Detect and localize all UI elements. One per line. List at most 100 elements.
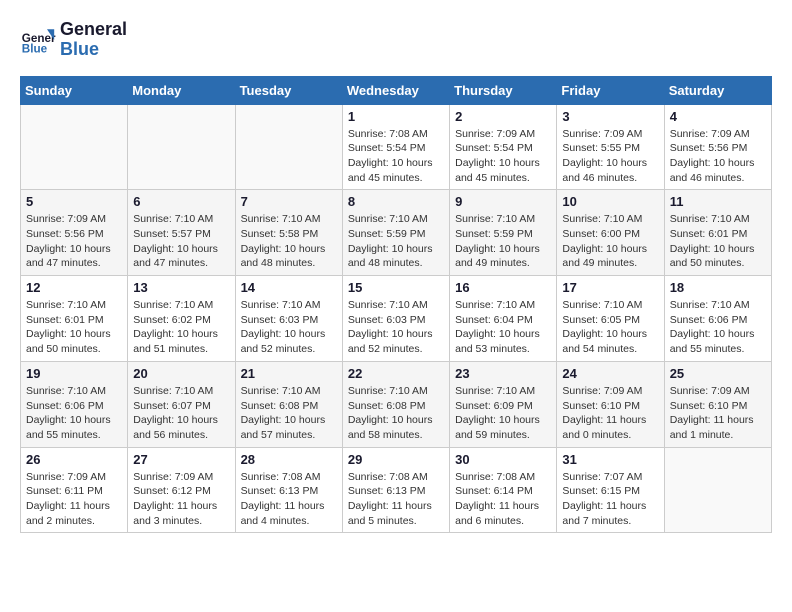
day-cell: 9 Sunrise: 7:10 AMSunset: 5:59 PMDaylight…: [450, 190, 557, 276]
day-cell: 17 Sunrise: 7:10 AMSunset: 6:05 PMDayligh…: [557, 276, 664, 362]
day-number: 20: [133, 366, 229, 381]
day-info: Sunrise: 7:10 AMSunset: 6:03 PMDaylight:…: [348, 298, 444, 357]
day-cell: 24Sunrise: 7:09 AMSunset: 6:10 PMDayligh…: [557, 361, 664, 447]
day-number: 14: [241, 280, 337, 295]
day-info: Sunrise: 7:10 AMSunset: 6:00 PMDaylight:…: [562, 212, 658, 271]
day-cell: 18Sunrise: 7:10 AMSunset: 6:06 PMDayligh…: [664, 276, 771, 362]
day-info: Sunrise: 7:10 AMSunset: 5:57 PMDaylight:…: [133, 212, 229, 271]
day-number: 12: [26, 280, 122, 295]
day-number: 3: [562, 109, 658, 124]
day-cell: [235, 104, 342, 190]
day-info: Sunrise: 7:10 AMSunset: 6:01 PMDaylight:…: [670, 212, 766, 271]
day-cell: 28 Sunrise: 7:08 AMSunset: 6:13 PMDayligh…: [235, 447, 342, 533]
day-number: 10: [562, 194, 658, 209]
day-number: 25: [670, 366, 766, 381]
day-info: Sunrise: 7:10 AMSunset: 6:03 PMDaylight:…: [241, 298, 337, 357]
day-number: 2: [455, 109, 551, 124]
day-number: 28: [241, 452, 337, 467]
day-cell: 5Sunrise: 7:09 AMSunset: 5:56 PMDaylight…: [21, 190, 128, 276]
day-info: Sunrise: 7:10 AMSunset: 6:07 PMDaylight:…: [133, 384, 229, 443]
day-number: 30: [455, 452, 551, 467]
day-number: 7: [241, 194, 337, 209]
day-number: 9: [455, 194, 551, 209]
day-number: 13: [133, 280, 229, 295]
day-number: 1: [348, 109, 444, 124]
day-info: Sunrise: 7:09 AMSunset: 5:54 PMDaylight:…: [455, 127, 551, 186]
day-cell: 3 Sunrise: 7:09 AMSunset: 5:55 PMDaylight…: [557, 104, 664, 190]
day-cell: 27Sunrise: 7:09 AMSunset: 6:12 PMDayligh…: [128, 447, 235, 533]
day-number: 21: [241, 366, 337, 381]
day-cell: 31 Sunrise: 7:07 AMSunset: 6:15 PMDayligh…: [557, 447, 664, 533]
day-number: 18: [670, 280, 766, 295]
day-number: 29: [348, 452, 444, 467]
day-info: Sunrise: 7:10 AMSunset: 6:06 PMDaylight:…: [26, 384, 122, 443]
day-cell: 23 Sunrise: 7:10 AMSunset: 6:09 PMDayligh…: [450, 361, 557, 447]
day-info: Sunrise: 7:08 AMSunset: 6:13 PMDaylight:…: [241, 470, 337, 529]
day-cell: 16 Sunrise: 7:10 AMSunset: 6:04 PMDayligh…: [450, 276, 557, 362]
col-header-wednesday: Wednesday: [342, 76, 449, 104]
week-row-3: 12 Sunrise: 7:10 AMSunset: 6:01 PMDayligh…: [21, 276, 772, 362]
day-info: Sunrise: 7:09 AMSunset: 5:55 PMDaylight:…: [562, 127, 658, 186]
day-info: Sunrise: 7:10 AMSunset: 6:02 PMDaylight:…: [133, 298, 229, 357]
day-cell: 1 Sunrise: 7:08 AMSunset: 5:54 PMDaylight…: [342, 104, 449, 190]
day-info: Sunrise: 7:10 AMSunset: 6:05 PMDaylight:…: [562, 298, 658, 357]
week-row-4: 19 Sunrise: 7:10 AMSunset: 6:06 PMDayligh…: [21, 361, 772, 447]
col-header-sunday: Sunday: [21, 76, 128, 104]
day-info: Sunrise: 7:10 AMSunset: 6:01 PMDaylight:…: [26, 298, 122, 357]
day-info: Sunrise: 7:10 AMSunset: 6:08 PMDaylight:…: [241, 384, 337, 443]
day-info: Sunrise: 7:09 AMSunset: 6:12 PMDaylight:…: [133, 470, 229, 529]
day-info: Sunrise: 7:10 AMSunset: 6:04 PMDaylight:…: [455, 298, 551, 357]
day-cell: 19 Sunrise: 7:10 AMSunset: 6:06 PMDayligh…: [21, 361, 128, 447]
day-cell: 7 Sunrise: 7:10 AMSunset: 5:58 PMDaylight…: [235, 190, 342, 276]
day-cell: 10 Sunrise: 7:10 AMSunset: 6:00 PMDayligh…: [557, 190, 664, 276]
day-cell: [664, 447, 771, 533]
day-cell: 13 Sunrise: 7:10 AMSunset: 6:02 PMDayligh…: [128, 276, 235, 362]
day-info: Sunrise: 7:07 AMSunset: 6:15 PMDaylight:…: [562, 470, 658, 529]
day-number: 31: [562, 452, 658, 467]
day-info: Sunrise: 7:10 AMSunset: 5:59 PMDaylight:…: [455, 212, 551, 271]
day-number: 19: [26, 366, 122, 381]
day-number: 4: [670, 109, 766, 124]
day-cell: 11 Sunrise: 7:10 AMSunset: 6:01 PMDayligh…: [664, 190, 771, 276]
week-row-5: 26 Sunrise: 7:09 AMSunset: 6:11 PMDayligh…: [21, 447, 772, 533]
logo-blue: Blue: [60, 40, 127, 60]
day-info: Sunrise: 7:10 AMSunset: 6:09 PMDaylight:…: [455, 384, 551, 443]
day-info: Sunrise: 7:10 AMSunset: 6:08 PMDaylight:…: [348, 384, 444, 443]
day-info: Sunrise: 7:08 AMSunset: 6:14 PMDaylight:…: [455, 470, 551, 529]
day-number: 17: [562, 280, 658, 295]
day-number: 6: [133, 194, 229, 209]
day-info: Sunrise: 7:08 AMSunset: 5:54 PMDaylight:…: [348, 127, 444, 186]
day-cell: 29Sunrise: 7:08 AMSunset: 6:13 PMDayligh…: [342, 447, 449, 533]
day-cell: [128, 104, 235, 190]
col-header-tuesday: Tuesday: [235, 76, 342, 104]
day-cell: 4 Sunrise: 7:09 AMSunset: 5:56 PMDaylight…: [664, 104, 771, 190]
week-row-1: 1 Sunrise: 7:08 AMSunset: 5:54 PMDaylight…: [21, 104, 772, 190]
day-cell: 25Sunrise: 7:09 AMSunset: 6:10 PMDayligh…: [664, 361, 771, 447]
col-header-monday: Monday: [128, 76, 235, 104]
day-cell: 2 Sunrise: 7:09 AMSunset: 5:54 PMDaylight…: [450, 104, 557, 190]
day-number: 5: [26, 194, 122, 209]
col-header-friday: Friday: [557, 76, 664, 104]
day-cell: 20 Sunrise: 7:10 AMSunset: 6:07 PMDayligh…: [128, 361, 235, 447]
day-cell: 21 Sunrise: 7:10 AMSunset: 6:08 PMDayligh…: [235, 361, 342, 447]
day-cell: [21, 104, 128, 190]
day-cell: 30 Sunrise: 7:08 AMSunset: 6:14 PMDayligh…: [450, 447, 557, 533]
day-number: 22: [348, 366, 444, 381]
day-number: 16: [455, 280, 551, 295]
day-number: 26: [26, 452, 122, 467]
logo: General Blue General Blue: [20, 20, 127, 60]
logo-general: General: [60, 20, 127, 40]
day-info: Sunrise: 7:10 AMSunset: 5:59 PMDaylight:…: [348, 212, 444, 271]
week-row-2: 5Sunrise: 7:09 AMSunset: 5:56 PMDaylight…: [21, 190, 772, 276]
calendar-table: SundayMondayTuesdayWednesdayThursdayFrid…: [20, 76, 772, 534]
day-cell: 8 Sunrise: 7:10 AMSunset: 5:59 PMDaylight…: [342, 190, 449, 276]
day-number: 23: [455, 366, 551, 381]
day-number: 8: [348, 194, 444, 209]
day-info: Sunrise: 7:10 AMSunset: 5:58 PMDaylight:…: [241, 212, 337, 271]
col-header-thursday: Thursday: [450, 76, 557, 104]
day-info: Sunrise: 7:09 AMSunset: 5:56 PMDaylight:…: [670, 127, 766, 186]
day-info: Sunrise: 7:09 AMSunset: 6:11 PMDaylight:…: [26, 470, 122, 529]
day-cell: 12 Sunrise: 7:10 AMSunset: 6:01 PMDayligh…: [21, 276, 128, 362]
svg-text:Blue: Blue: [22, 42, 48, 55]
day-number: 11: [670, 194, 766, 209]
